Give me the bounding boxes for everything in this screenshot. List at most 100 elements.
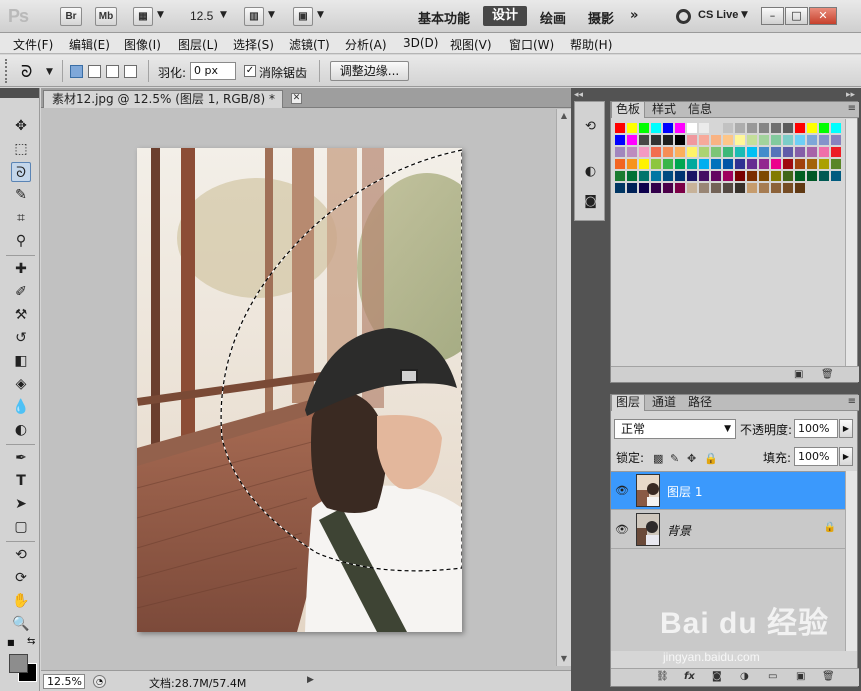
color-swatch[interactable]	[614, 122, 626, 134]
menu-3d[interactable]: 3D(D)	[403, 36, 438, 50]
zoom-level-field[interactable]: 12.5%	[43, 674, 85, 689]
color-swatch[interactable]	[674, 182, 686, 194]
quick-selection-tool-icon[interactable]: ✎	[11, 185, 31, 205]
crop-tool-icon[interactable]: ⌗	[11, 208, 31, 228]
color-swatch[interactable]	[650, 158, 662, 170]
color-swatch[interactable]	[626, 146, 638, 158]
color-swatch[interactable]	[698, 170, 710, 182]
color-swatch[interactable]	[710, 170, 722, 182]
color-swatch[interactable]	[686, 122, 698, 134]
color-swatch[interactable]	[782, 134, 794, 146]
adjustment-layer-icon[interactable]: ◑	[740, 671, 749, 682]
new-group-icon[interactable]: ▭	[768, 671, 777, 682]
workspace-essentials[interactable]: 基本功能	[418, 8, 470, 27]
color-swatch[interactable]	[626, 158, 638, 170]
panel-menu-icon[interactable]: ≡	[848, 103, 856, 114]
color-swatch[interactable]	[746, 134, 758, 146]
color-swatch[interactable]	[614, 182, 626, 194]
color-swatch[interactable]	[722, 158, 734, 170]
rectangle-shape-tool-icon[interactable]: ▢	[11, 517, 31, 537]
color-swatch[interactable]	[734, 134, 746, 146]
color-swatch[interactable]	[794, 146, 806, 158]
document-vertical-scrollbar[interactable]: ▲ ▼	[556, 109, 571, 666]
color-swatch[interactable]	[770, 158, 782, 170]
history-brush-tool-icon[interactable]: ↺	[11, 328, 31, 348]
healing-brush-tool-icon[interactable]: ✚	[11, 259, 31, 279]
document-tab[interactable]: 素材12.jpg @ 12.5% (图层 1, RGB/8) *	[43, 90, 283, 108]
tab-swatches[interactable]: 色板	[611, 102, 646, 118]
color-swatch[interactable]	[698, 134, 710, 146]
color-swatch[interactable]	[770, 146, 782, 158]
color-swatch[interactable]	[770, 182, 782, 194]
clone-stamp-tool-icon[interactable]: ⚒	[11, 305, 31, 325]
chevron-down-icon[interactable]: ▼	[220, 10, 227, 20]
pen-tool-icon[interactable]: ✒	[11, 448, 31, 468]
color-swatch[interactable]	[686, 134, 698, 146]
color-swatch[interactable]	[698, 146, 710, 158]
workspace-photography[interactable]: 摄影	[588, 8, 614, 27]
menu-image[interactable]: 图像(I)	[124, 36, 161, 53]
color-swatch[interactable]	[650, 146, 662, 158]
color-swatch[interactable]	[806, 122, 818, 134]
color-swatch[interactable]	[770, 134, 782, 146]
color-swatch[interactable]	[758, 146, 770, 158]
camera-panel-icon[interactable]: ◙	[581, 192, 600, 211]
menu-help[interactable]: 帮助(H)	[570, 36, 612, 53]
lock-all-icon[interactable]: 🔒	[704, 452, 718, 465]
tab-styles[interactable]: 样式	[648, 102, 680, 118]
move-tool-icon[interactable]: ✥	[11, 116, 31, 136]
eraser-tool-icon[interactable]: ◧	[11, 351, 31, 371]
color-swatch[interactable]	[662, 146, 674, 158]
status-menu-arrow-icon[interactable]: ▶	[307, 675, 314, 685]
color-swatch[interactable]	[638, 134, 650, 146]
color-swatch[interactable]	[650, 134, 662, 146]
color-swatch[interactable]	[674, 134, 686, 146]
tab-info[interactable]: 信息	[684, 102, 716, 118]
color-swatch[interactable]	[782, 122, 794, 134]
color-swatch[interactable]	[698, 182, 710, 194]
color-swatch[interactable]	[782, 170, 794, 182]
color-swatch[interactable]	[818, 146, 830, 158]
paint-bucket-tool-icon[interactable]: ◈	[11, 374, 31, 394]
color-swatch[interactable]	[722, 134, 734, 146]
color-swatch[interactable]	[746, 122, 758, 134]
subtract-from-selection-icon[interactable]	[106, 65, 119, 78]
layer-row-background[interactable]: 👁 背景 🔒	[611, 511, 846, 549]
color-swatch[interactable]	[686, 158, 698, 170]
tab-paths[interactable]: 路径	[684, 395, 716, 411]
zoom-tool-icon[interactable]: 🔍	[11, 614, 31, 634]
navigator-panel-icon[interactable]: ◐	[581, 162, 600, 181]
menu-view[interactable]: 视图(V)	[450, 36, 492, 53]
color-swatch[interactable]	[662, 158, 674, 170]
tools-panel-header[interactable]	[0, 88, 39, 98]
scroll-up-icon[interactable]: ▲	[557, 109, 571, 123]
options-bar-grip[interactable]	[5, 59, 9, 83]
layer-style-fx-icon[interactable]: fx	[684, 671, 695, 682]
workspace-painting[interactable]: 绘画	[540, 8, 566, 27]
launch-bridge-button[interactable]: Br	[60, 7, 82, 26]
default-colors-icon[interactable]: ■	[7, 638, 15, 647]
color-swatch[interactable]	[662, 122, 674, 134]
color-swatch[interactable]	[806, 170, 818, 182]
color-swatch[interactable]	[674, 146, 686, 158]
color-swatch[interactable]	[770, 170, 782, 182]
color-swatch[interactable]	[674, 122, 686, 134]
color-swatch[interactable]	[626, 122, 638, 134]
color-swatch[interactable]	[662, 170, 674, 182]
color-swatch[interactable]	[710, 146, 722, 158]
color-swatch[interactable]	[818, 158, 830, 170]
color-swatch[interactable]	[794, 182, 806, 194]
menu-layer[interactable]: 图层(L)	[178, 36, 218, 53]
color-swatch[interactable]	[782, 146, 794, 158]
new-selection-icon[interactable]	[70, 65, 83, 78]
color-swatch[interactable]	[614, 158, 626, 170]
collapse-dock-icon[interactable]: ◂◂	[574, 90, 583, 100]
color-swatch[interactable]	[758, 182, 770, 194]
cs-live-button[interactable]: CS Live	[698, 9, 738, 21]
color-swatch[interactable]	[830, 134, 842, 146]
color-swatch[interactable]	[614, 146, 626, 158]
panel-menu-icon[interactable]: ≡	[848, 396, 856, 407]
fill-field[interactable]: 100%	[794, 447, 838, 466]
color-swatch[interactable]	[722, 182, 734, 194]
screen-mode-icon[interactable]: ▣	[293, 7, 313, 26]
